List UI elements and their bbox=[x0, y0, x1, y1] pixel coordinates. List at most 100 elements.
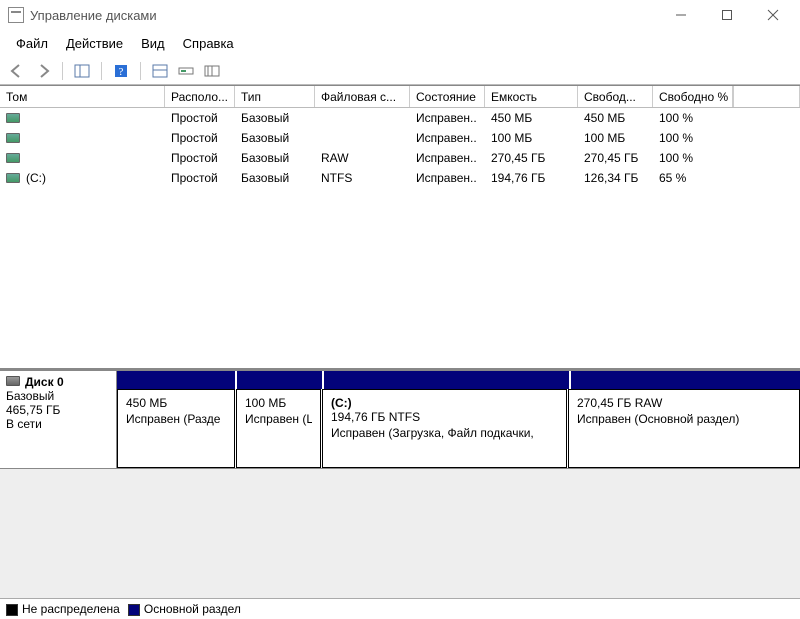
cell-layout: Простой bbox=[165, 110, 235, 126]
disk-label[interactable]: Диск 0 Базовый 465,75 ГБ В сети bbox=[0, 371, 117, 468]
partition[interactable]: 100 МБ Исправен (Ц bbox=[236, 389, 321, 468]
cell-pct: 65 % bbox=[653, 170, 733, 186]
volume-icon bbox=[6, 133, 20, 143]
window-title: Управление дисками bbox=[30, 8, 658, 23]
col-status[interactable]: Состояние bbox=[410, 86, 485, 107]
cell-free: 100 МБ bbox=[578, 130, 653, 146]
col-fs[interactable]: Файловая с... bbox=[315, 86, 410, 107]
col-volume[interactable]: Том bbox=[0, 86, 165, 107]
volume-table: Том Располо... Тип Файловая с... Состоян… bbox=[0, 85, 800, 198]
cell-free: 270,45 ГБ bbox=[578, 150, 653, 166]
cell-cap: 100 МБ bbox=[485, 130, 578, 146]
disk-graphic: Диск 0 Базовый 465,75 ГБ В сети 450 МБ И… bbox=[0, 368, 800, 468]
volume-icon bbox=[6, 173, 20, 183]
settings-button[interactable] bbox=[201, 61, 223, 81]
cell-fs bbox=[315, 117, 410, 119]
cell-type: Базовый bbox=[235, 150, 315, 166]
swatch-icon bbox=[128, 604, 140, 616]
partition[interactable]: 450 МБ Исправен (Разде bbox=[117, 389, 235, 468]
table-header: Том Располо... Тип Файловая с... Состоян… bbox=[0, 86, 800, 108]
maximize-button[interactable] bbox=[704, 1, 750, 29]
cell-pct: 100 % bbox=[653, 150, 733, 166]
menubar: Файл Действие Вид Справка bbox=[0, 30, 800, 57]
menu-help[interactable]: Справка bbox=[175, 34, 242, 53]
table-row[interactable]: Простой Базовый RAW Исправен.. 270,45 ГБ… bbox=[0, 148, 800, 168]
minimize-button[interactable] bbox=[658, 1, 704, 29]
cell-free: 126,34 ГБ bbox=[578, 170, 653, 186]
cell-fs: NTFS bbox=[315, 170, 410, 186]
part-detail: Исправен (Загрузка, Файл подкачки, bbox=[331, 426, 558, 440]
cell-free: 450 МБ bbox=[578, 110, 653, 126]
cell-type: Базовый bbox=[235, 170, 315, 186]
table-row[interactable]: (C:) Простой Базовый NTFS Исправен.. 194… bbox=[0, 168, 800, 188]
part-cap: 270,45 ГБ RAW bbox=[577, 396, 791, 410]
partition[interactable]: (C:) 194,76 ГБ NTFS Исправен (Загрузка, … bbox=[322, 389, 567, 468]
part-cap: 450 МБ bbox=[126, 396, 226, 410]
cell-cap: 450 МБ bbox=[485, 110, 578, 126]
forward-button[interactable] bbox=[32, 61, 54, 81]
view-top-button[interactable] bbox=[149, 61, 171, 81]
cell-status: Исправен.. bbox=[410, 130, 485, 146]
table-body: Простой Базовый Исправен.. 450 МБ 450 МБ… bbox=[0, 108, 800, 198]
partitions: 450 МБ Исправен (Разде 100 МБ Исправен (… bbox=[117, 371, 800, 468]
table-row[interactable]: Простой Базовый Исправен.. 450 МБ 450 МБ… bbox=[0, 108, 800, 128]
legend-item-primary: Основной раздел bbox=[128, 602, 241, 616]
part-detail: Исправен (Разде bbox=[126, 412, 226, 426]
svg-text:?: ? bbox=[119, 66, 124, 78]
col-layout[interactable]: Располо... bbox=[165, 86, 235, 107]
toolbar-separator bbox=[140, 62, 141, 80]
window-controls bbox=[658, 1, 796, 29]
legend-label: Основной раздел bbox=[144, 602, 241, 616]
col-freepct[interactable]: Свободно % bbox=[653, 86, 733, 107]
volume-icon bbox=[6, 153, 20, 163]
col-spacer bbox=[733, 86, 800, 107]
back-button[interactable] bbox=[6, 61, 28, 81]
cell-name: (C:) bbox=[26, 171, 46, 185]
menu-file[interactable]: Файл bbox=[8, 34, 56, 53]
close-button[interactable] bbox=[750, 1, 796, 29]
table-row[interactable]: Простой Базовый Исправен.. 100 МБ 100 МБ… bbox=[0, 128, 800, 148]
swatch-icon bbox=[6, 604, 18, 616]
cell-cap: 270,45 ГБ bbox=[485, 150, 578, 166]
cell-cap: 194,76 ГБ bbox=[485, 170, 578, 186]
spacer bbox=[0, 198, 800, 368]
cell-pct: 100 % bbox=[653, 130, 733, 146]
help-button[interactable]: ? bbox=[110, 61, 132, 81]
legend-item-unallocated: Не распределена bbox=[6, 602, 120, 616]
cell-type: Базовый bbox=[235, 110, 315, 126]
show-tree-button[interactable] bbox=[71, 61, 93, 81]
menu-view[interactable]: Вид bbox=[133, 34, 173, 53]
cell-type: Базовый bbox=[235, 130, 315, 146]
toolbar-separator bbox=[62, 62, 63, 80]
partition-header bbox=[117, 371, 800, 389]
legend-label: Не распределена bbox=[22, 602, 120, 616]
disk-icon bbox=[6, 376, 20, 386]
legend: Не распределена Основной раздел bbox=[0, 598, 800, 619]
disk-size: 465,75 ГБ bbox=[6, 403, 110, 417]
view-bottom-button[interactable] bbox=[175, 61, 197, 81]
disk-type: Базовый bbox=[6, 389, 110, 403]
cell-layout: Простой bbox=[165, 170, 235, 186]
disk-name: Диск 0 bbox=[25, 375, 64, 389]
partition[interactable]: 270,45 ГБ RAW Исправен (Основной раздел) bbox=[568, 389, 800, 468]
cell-layout: Простой bbox=[165, 150, 235, 166]
menu-action[interactable]: Действие bbox=[58, 34, 131, 53]
part-cap: 194,76 ГБ NTFS bbox=[331, 410, 558, 424]
part-title: (C:) bbox=[331, 396, 558, 410]
volume-icon bbox=[6, 113, 20, 123]
part-detail: Исправен (Основной раздел) bbox=[577, 412, 791, 426]
col-type[interactable]: Тип bbox=[235, 86, 315, 107]
col-free[interactable]: Свобод... bbox=[578, 86, 653, 107]
cell-fs bbox=[315, 137, 410, 139]
toolbar-separator bbox=[101, 62, 102, 80]
cell-status: Исправен.. bbox=[410, 150, 485, 166]
cell-status: Исправен.. bbox=[410, 110, 485, 126]
part-cap: 100 МБ bbox=[245, 396, 312, 410]
cell-pct: 100 % bbox=[653, 110, 733, 126]
part-detail: Исправен (Ц bbox=[245, 412, 312, 426]
titlebar: Управление дисками bbox=[0, 0, 800, 30]
cell-status: Исправен.. bbox=[410, 170, 485, 186]
col-capacity[interactable]: Емкость bbox=[485, 86, 578, 107]
empty-area bbox=[0, 468, 800, 598]
cell-fs: RAW bbox=[315, 150, 410, 166]
